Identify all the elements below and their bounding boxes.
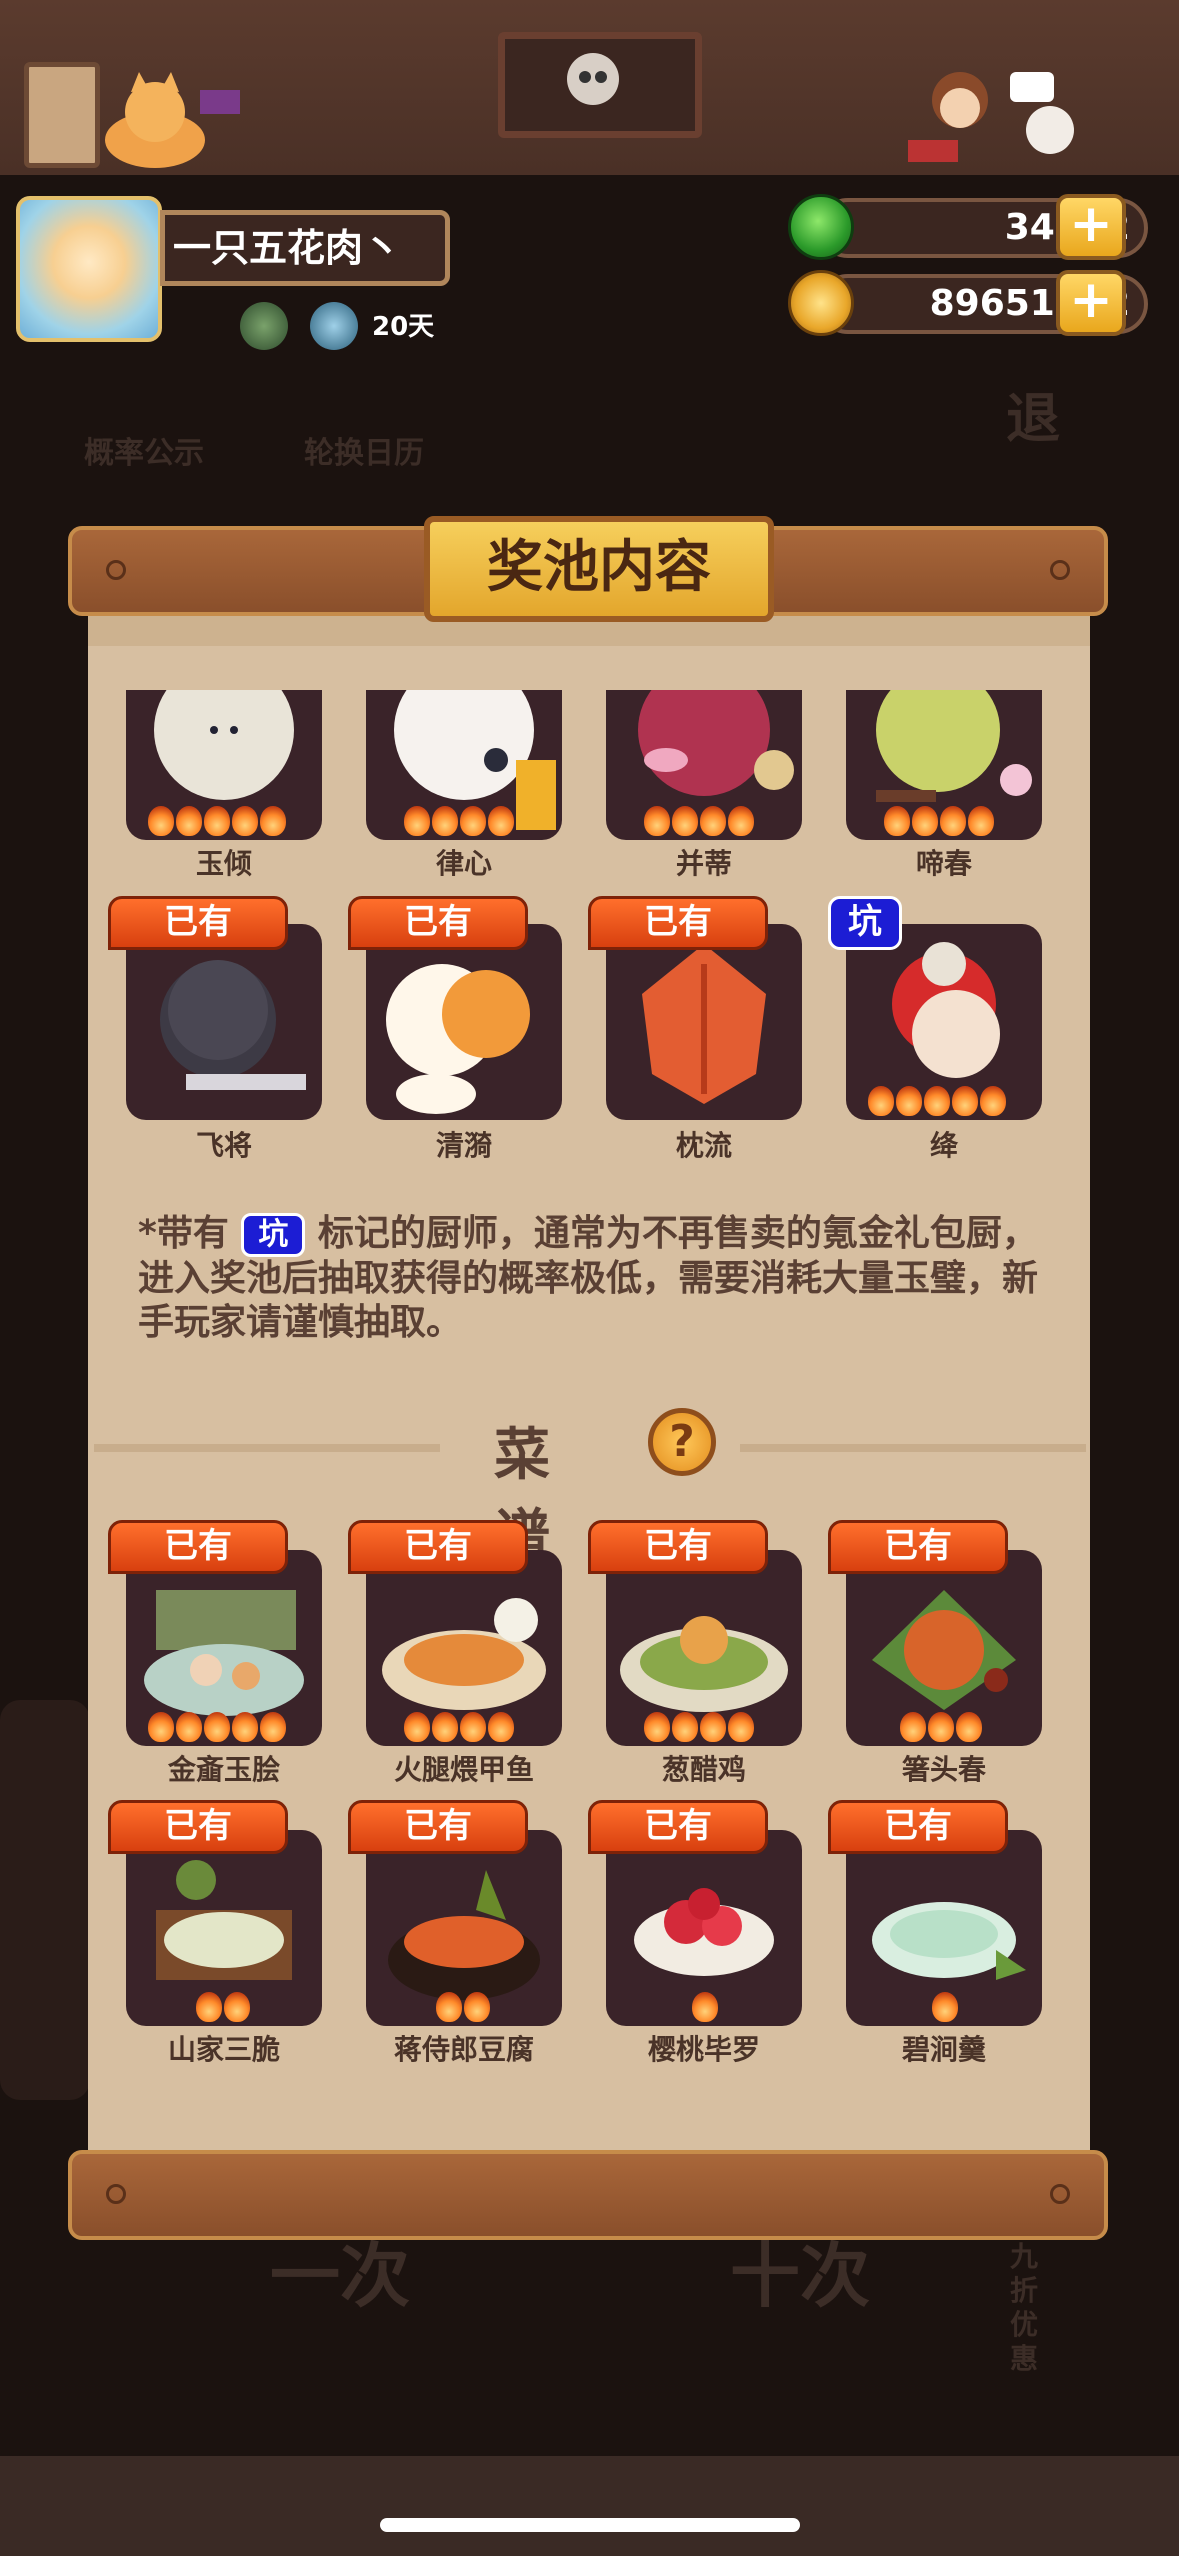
owned-badge: 已有 <box>348 1800 528 1854</box>
divider-left <box>94 1444 440 1452</box>
pit-badge: 坑 <box>828 896 902 950</box>
owned-badge: 已有 <box>588 896 768 950</box>
recipe-name: 火腿煨甲鱼 <box>393 1753 534 1786</box>
owned-badge: 已有 <box>588 1800 768 1854</box>
chef-name: 绛 <box>929 1129 958 1162</box>
recipe-name: 箸头春 <box>901 1753 986 1786</box>
chef-card-lvxin[interactable] <box>366 690 562 840</box>
chef-name: 枕流 <box>675 1129 732 1162</box>
chef-name: 啼春 <box>915 847 972 880</box>
chef-name: 清漪 <box>435 1129 492 1162</box>
recipe-name: 樱桃毕罗 <box>647 2033 760 2066</box>
recipe-name: 蒋侍郎豆腐 <box>393 2033 534 2066</box>
chef-name: 律心 <box>435 847 492 880</box>
recipe-name: 山家三脆 <box>167 2033 280 2066</box>
chef-name: 飞将 <box>195 1129 252 1162</box>
owned-badge: 已有 <box>828 1520 1008 1574</box>
recipe-name: 碧涧羹 <box>901 2033 986 2066</box>
pit-note: *带有 坑 标记的厨师，通常为不再售卖的氪金礼包厨，进入奖池后抽取获得的概率极低… <box>138 1212 1048 1345</box>
exit-button[interactable]: 退 <box>1006 374 1060 453</box>
chef-card-yuqing[interactable] <box>126 690 322 840</box>
recipe-card-shanjia-sancui[interactable] <box>126 1830 322 2026</box>
boat-icon[interactable] <box>310 302 358 350</box>
chef-card-qingyi[interactable] <box>366 924 562 1120</box>
owned-badge: 已有 <box>108 896 288 950</box>
chef-card-zhenliu[interactable] <box>606 924 802 1120</box>
help-button[interactable]: ? <box>648 1408 716 1476</box>
owned-badge: 已有 <box>588 1520 768 1574</box>
paw-frame-icon <box>24 62 100 168</box>
days-count: 20天 <box>372 312 435 342</box>
chef-card-bingdi[interactable] <box>606 690 802 840</box>
coin-icon <box>788 270 854 336</box>
raccoon-portrait-icon <box>498 32 702 138</box>
recipe-card-zhutou-chun[interactable] <box>846 1550 1042 1746</box>
bottom-strip <box>0 2456 1179 2556</box>
recipe-card-yingtao-biluo[interactable] <box>606 1830 802 2026</box>
chef-card-jiang[interactable] <box>846 924 1042 1120</box>
calendar-label: 轮换日历 <box>304 436 424 471</box>
home-indicator[interactable] <box>380 2518 800 2532</box>
chef-name: 玉倾 <box>195 847 252 880</box>
owned-badge: 已有 <box>108 1520 288 1574</box>
screw-icon <box>106 560 126 580</box>
chef-name: 并蒂 <box>675 847 732 880</box>
add-jade-button[interactable]: + <box>1056 194 1126 260</box>
add-coin-button[interactable]: + <box>1056 270 1126 336</box>
jade-icon <box>788 194 854 260</box>
chef-npcs-icon <box>908 72 1074 162</box>
avatar[interactable] <box>16 196 162 342</box>
screw-icon <box>1050 2184 1070 2204</box>
modal-title: 奖池内容 <box>424 516 774 622</box>
recipe-card-jinji-yukuai[interactable] <box>126 1550 322 1746</box>
orange-cat-icon <box>105 72 240 168</box>
pit-badge-inline: 坑 <box>241 1213 306 1257</box>
screw-icon <box>106 2184 126 2204</box>
side-panel <box>0 1700 90 2100</box>
recipe-card-congcu-ji[interactable] <box>606 1550 802 1746</box>
chef-card-feijiang[interactable] <box>126 924 322 1120</box>
owned-badge: 已有 <box>348 896 528 950</box>
note-prefix: *带有 <box>138 1213 229 1254</box>
recipe-book-icon[interactable] <box>240 302 288 350</box>
recipe-card-bijian-geng[interactable] <box>846 1830 1042 2026</box>
recipe-name: 葱醋鸡 <box>661 1753 746 1786</box>
chef-card-tichun[interactable] <box>846 690 1042 840</box>
probability-label: 概率公示 <box>84 436 204 471</box>
recipe-card-huotui-jiayu[interactable] <box>366 1550 562 1746</box>
owned-badge: 已有 <box>828 1800 1008 1854</box>
screw-icon <box>1050 560 1070 580</box>
recipe-name: 金齑玉脍 <box>167 1753 280 1786</box>
scroll-bottom-rod <box>68 2150 1108 2240</box>
owned-badge: 已有 <box>108 1800 288 1854</box>
recipe-card-jiangshilang-doufu[interactable] <box>366 1830 562 2026</box>
player-name: 一只五花肉丶 <box>160 210 450 286</box>
discount-tag: 九折优惠 <box>1010 2240 1039 2375</box>
owned-badge: 已有 <box>348 1520 528 1574</box>
divider-right <box>740 1444 1086 1452</box>
